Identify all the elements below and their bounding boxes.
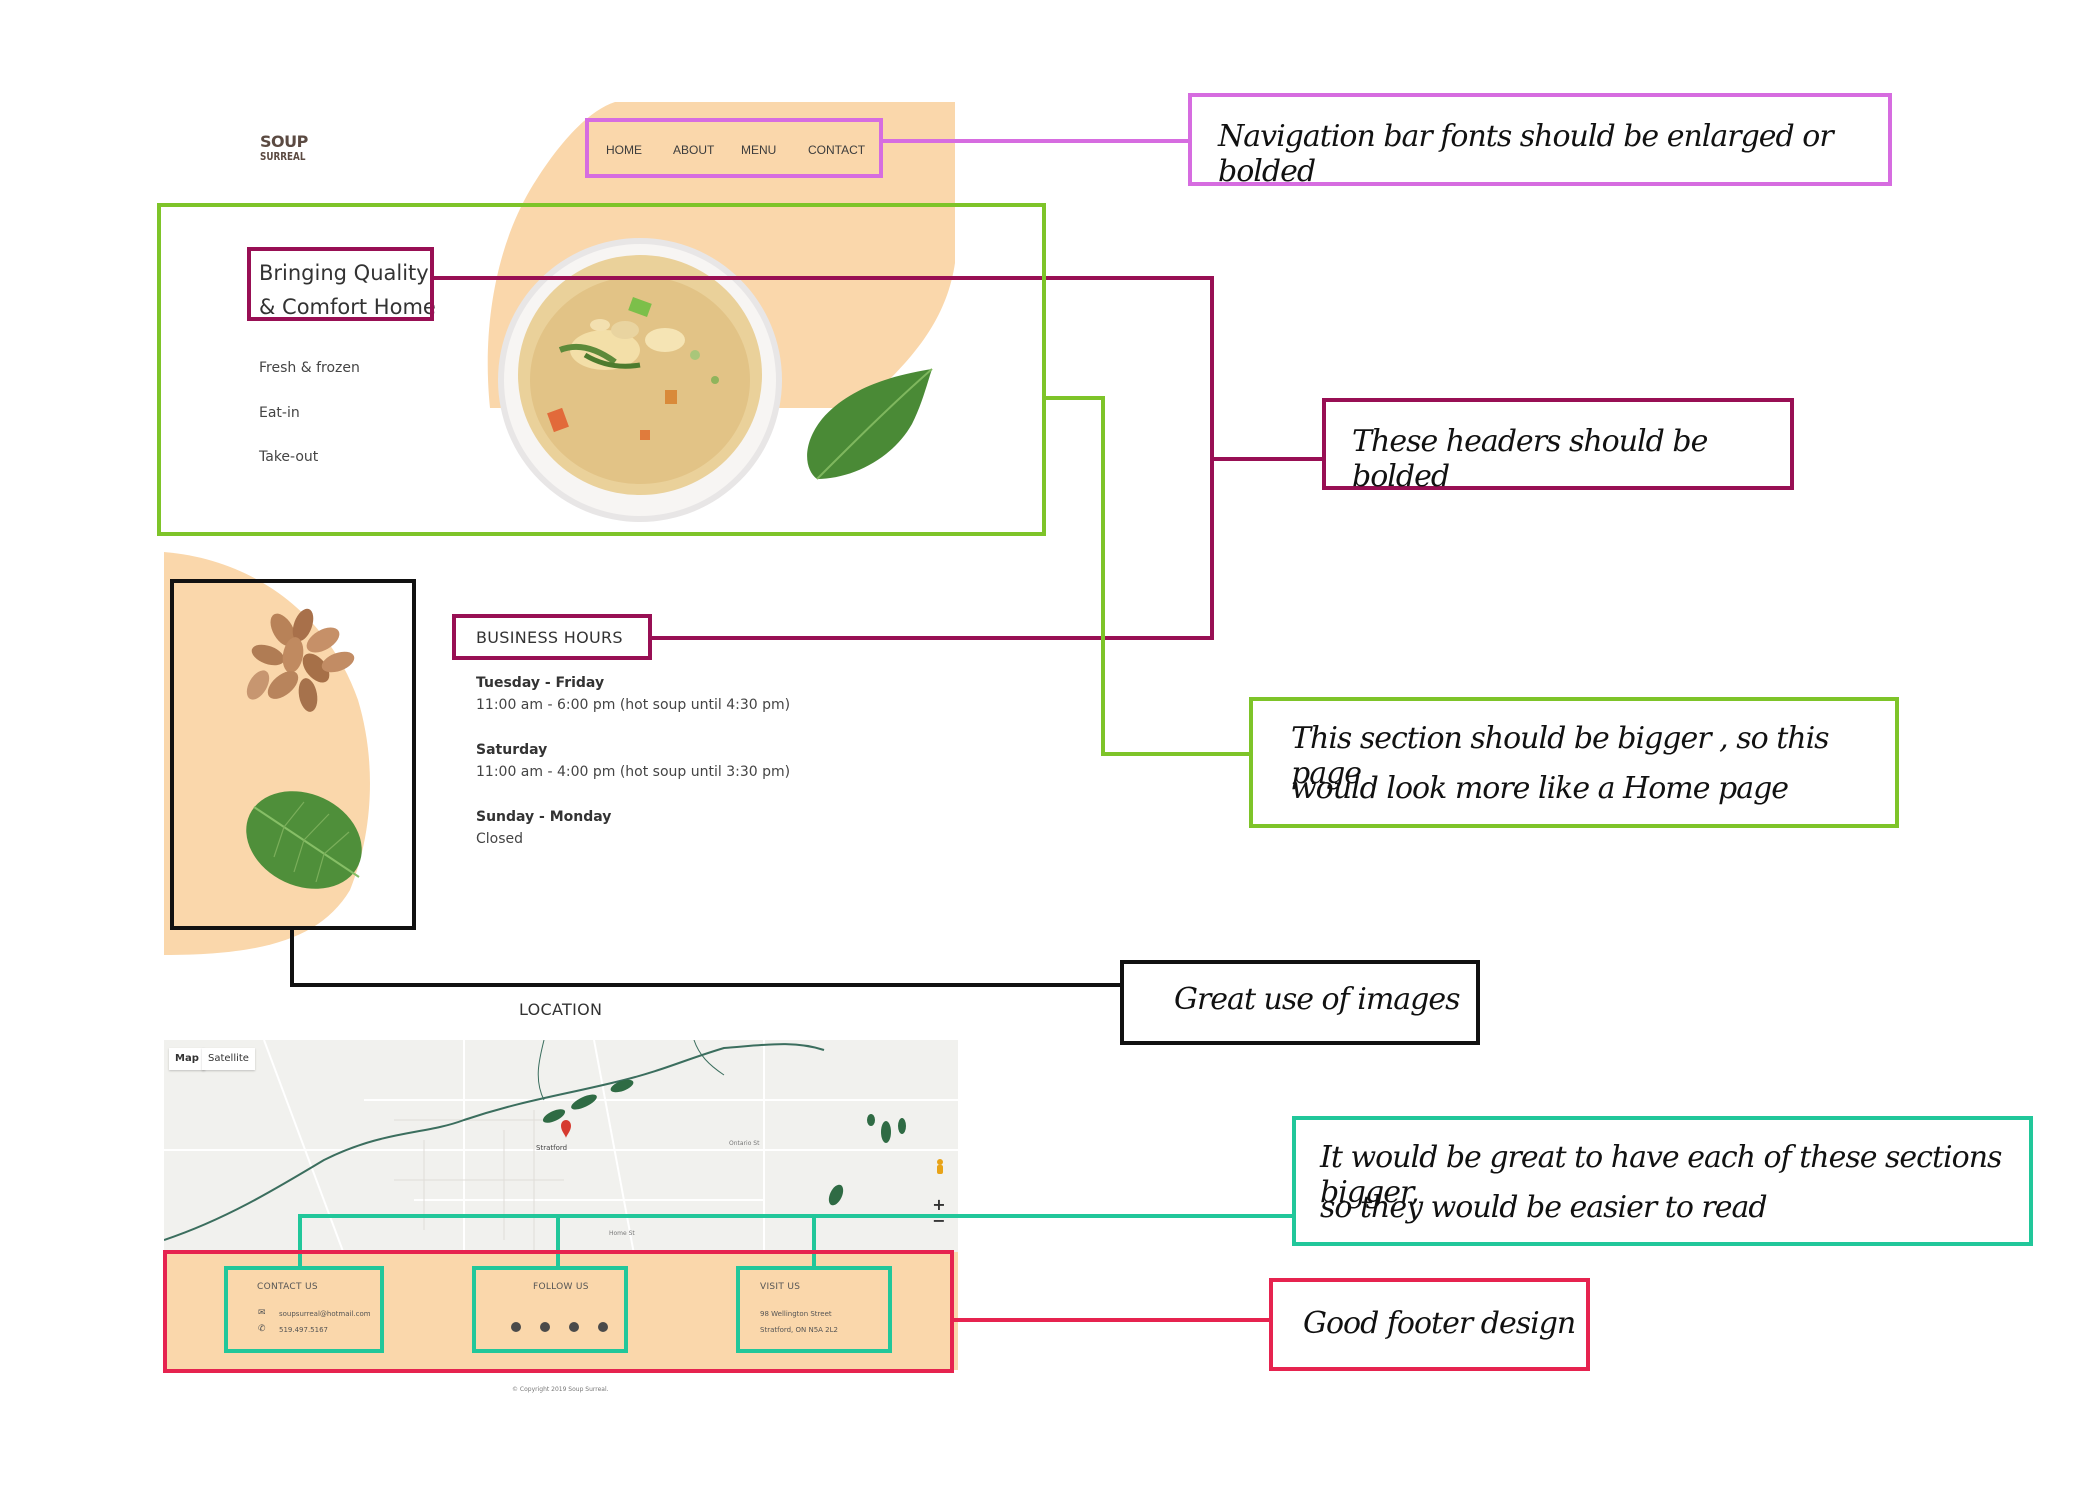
pegman-icon[interactable] — [934, 1158, 946, 1178]
hours-time-3: Closed — [476, 831, 524, 847]
logo-line1: SOUP — [260, 132, 308, 151]
footer-sections-note-box: It would be great to have each of these … — [1292, 1116, 2033, 1246]
images-note-text: Great use of images — [1174, 982, 1461, 1017]
nav-annotation-box — [585, 118, 883, 178]
logo-line2: SURREAL — [260, 150, 306, 163]
copyright-text: © Copyright 2019 Soup Surreal. — [512, 1386, 609, 1393]
map-zoom-out-button[interactable]: − — [930, 1212, 948, 1230]
location-map[interactable]: Map Satellite Stratford Ontario St Home … — [164, 1040, 958, 1254]
hours-day-1: Tuesday - Friday — [476, 675, 605, 691]
site-logo[interactable]: SOUP SURREAL — [260, 134, 308, 164]
hours-day-2: Saturday — [476, 742, 548, 758]
images-annotation-box — [170, 579, 416, 930]
contact-section-annotation-box — [224, 1266, 384, 1353]
images-note-box: Great use of images — [1120, 960, 1480, 1045]
visit-section-annotation-box — [736, 1266, 892, 1353]
nav-note-box: Navigation bar fonts should be enlarged … — [1188, 93, 1892, 189]
hours-time-2: 11:00 am - 4:00 pm (hot soup until 3:30 … — [476, 764, 791, 780]
hero-note-box: This section should be bigger , so this … — [1249, 697, 1899, 828]
map-label-street: Ontario St — [729, 1140, 760, 1147]
hero-note-text-line2: would look more like a Home page — [1291, 771, 1789, 806]
map-label-city: Stratford — [536, 1144, 568, 1152]
headers-note-text: These headers should be bolded — [1352, 424, 1708, 494]
footer-note-box: Good footer design — [1269, 1278, 1590, 1371]
hours-time-1: 11:00 am - 6:00 pm (hot soup until 4:30 … — [476, 697, 791, 713]
footer-sections-note-text-line2: so they would be easier to read — [1320, 1190, 1768, 1225]
follow-section-annotation-box — [472, 1266, 628, 1353]
hours-day-3: Sunday - Monday — [476, 809, 612, 825]
headers-note-box: These headers should be bolded — [1322, 398, 1794, 494]
map-pin-icon[interactable] — [561, 1120, 571, 1138]
nav-note-text: Navigation bar fonts should be enlarged … — [1218, 119, 1834, 189]
footer-note-text: Good footer design — [1303, 1306, 1576, 1341]
map-tab-map[interactable]: Map — [169, 1048, 205, 1070]
hero-title-annotation-box — [247, 247, 434, 321]
location-heading: LOCATION — [519, 1000, 603, 1019]
hours-heading-annotation-box — [452, 614, 652, 660]
map-label-road: Home St — [609, 1230, 635, 1237]
map-tab-satellite[interactable]: Satellite — [202, 1048, 255, 1070]
